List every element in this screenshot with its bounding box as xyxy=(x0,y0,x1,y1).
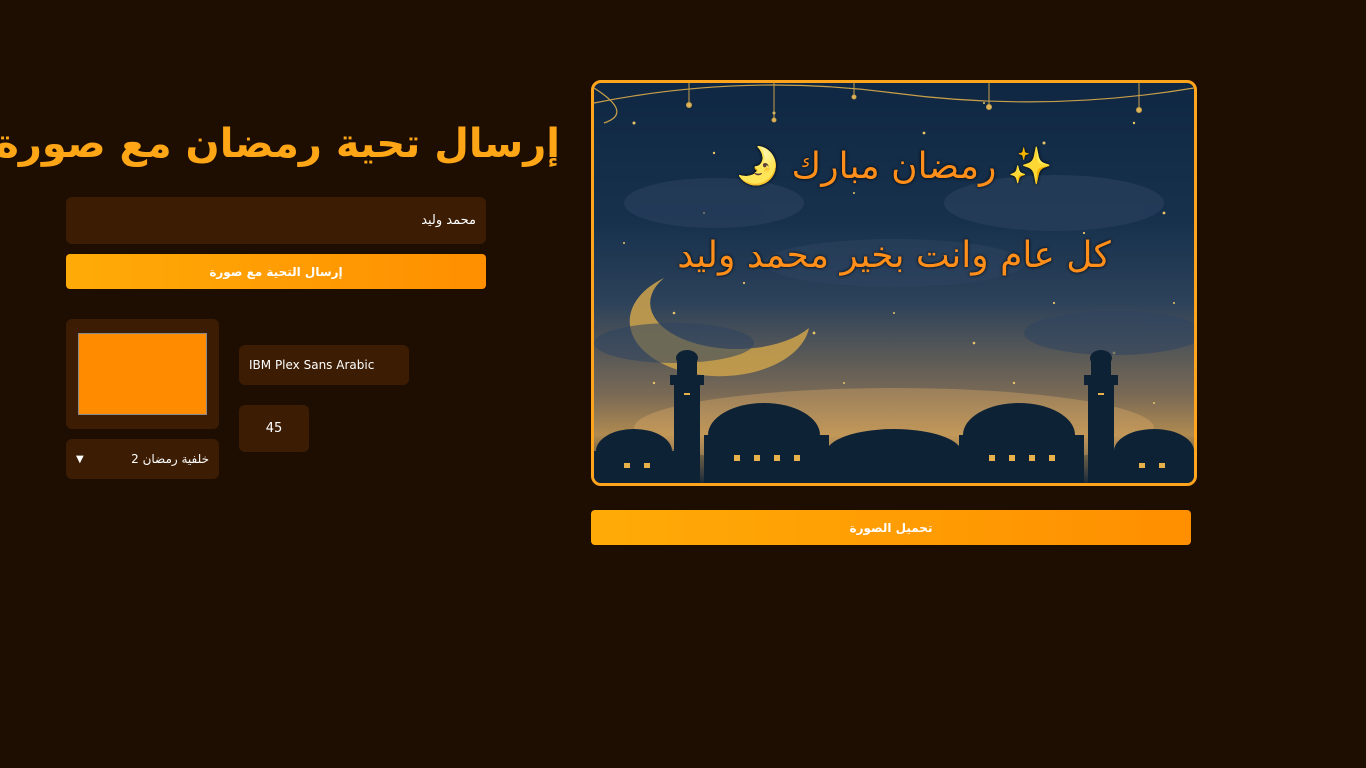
font-size-input[interactable]: 45 xyxy=(239,405,309,452)
chevron-down-icon: ▼ xyxy=(76,453,84,465)
page-title: إرسال تحية رمضان مع صورة xyxy=(0,121,560,167)
color-picker[interactable] xyxy=(66,319,219,429)
font-select-value: IBM Plex Sans Arabic xyxy=(249,358,375,372)
background-select-value: خلفية رمضان 2 xyxy=(131,452,209,466)
download-image-button[interactable]: تحميل الصورة xyxy=(591,510,1191,545)
font-size-value: 45 xyxy=(265,421,283,436)
send-greeting-button[interactable]: إرسال التحية مع صورة xyxy=(66,254,486,289)
greeting-card-preview: ✨ رمضان مبارك 🌛 كل عام وانت بخير محمد ول… xyxy=(591,80,1197,486)
color-swatch[interactable] xyxy=(78,333,207,415)
font-select[interactable]: IBM Plex Sans Arabic xyxy=(239,345,409,385)
ramadan-background-image xyxy=(594,83,1194,483)
greeting-line-2: كل عام وانت بخير محمد وليد xyxy=(677,235,1111,276)
greeting-line-1: ✨ رمضان مبارك 🌛 xyxy=(735,146,1053,187)
name-input[interactable] xyxy=(66,197,486,244)
crescent-small xyxy=(1024,103,1096,150)
background-select[interactable]: خلفية رمضان 2 ▼ xyxy=(66,439,219,479)
